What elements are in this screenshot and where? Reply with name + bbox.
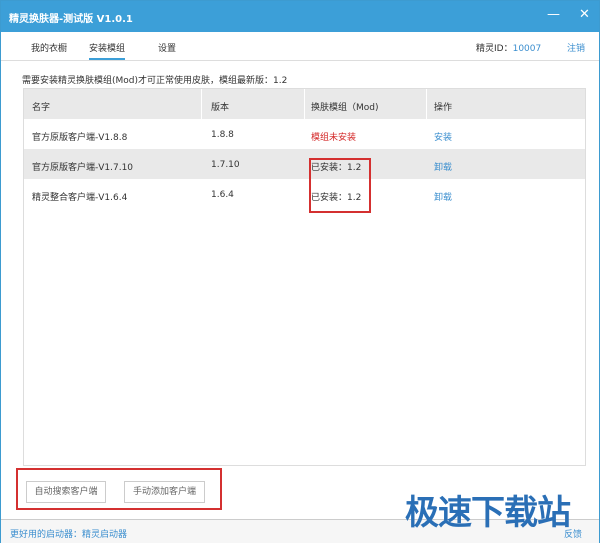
uninstall-link[interactable]: 卸载 bbox=[434, 160, 452, 173]
col-version: 版本 bbox=[211, 103, 230, 113]
uninstall-link[interactable]: 卸载 bbox=[434, 190, 452, 203]
user-id: 精灵ID：10007 bbox=[476, 41, 541, 54]
watermark-logo: 极速下载站 bbox=[405, 493, 571, 533]
table-row: 官方原版客户端-V1.7.10 1.7.10 已安装：1.2 卸载 bbox=[24, 149, 585, 179]
col-action: 操作 bbox=[434, 103, 453, 113]
close-button[interactable]: ✕ bbox=[579, 7, 590, 22]
client-name: 官方原版客户端-V1.7.10 bbox=[32, 163, 134, 173]
title-bar: 精灵换肤器-测试版 V1.0.1 — ✕ bbox=[1, 1, 599, 32]
app-window: 精灵换肤器-测试版 V1.0.1 — ✕ 我的衣橱 安装模组 设置 精灵ID：1… bbox=[0, 0, 600, 543]
client-version: 1.8.8 bbox=[211, 130, 234, 140]
col-name: 名字 bbox=[32, 103, 51, 113]
client-version: 1.6.4 bbox=[211, 190, 234, 200]
table-row: 官方原版客户端-V1.8.8 1.8.8 模组未安装 安装 bbox=[24, 119, 585, 149]
col-mod: 换肤模组（Mod) bbox=[311, 103, 379, 113]
tab-settings[interactable]: 设置 bbox=[158, 41, 176, 54]
logout-link[interactable]: 注销 bbox=[567, 41, 585, 54]
client-name: 精灵整合客户端-V1.6.4 bbox=[32, 193, 128, 203]
user-id-value: 10007 bbox=[512, 44, 542, 54]
table-row: 精灵整合客户端-V1.6.4 1.6.4 已安装：1.2 卸载 bbox=[24, 179, 585, 209]
mod-status: 模组未安装 bbox=[311, 133, 357, 143]
table-header: 名字 版本 换肤模组（Mod) 操作 bbox=[24, 89, 585, 119]
launcher-link[interactable]: 更好用的启动器：精灵启动器 bbox=[10, 527, 127, 540]
tab-wardrobe[interactable]: 我的衣橱 bbox=[31, 41, 67, 54]
tab-install-mod[interactable]: 安装模组 bbox=[89, 41, 126, 60]
user-id-label: 精灵ID： bbox=[476, 44, 513, 54]
client-table: 名字 版本 换肤模组（Mod) 操作 官方原版客户端-V1.8.8 1.8.8 … bbox=[23, 88, 586, 466]
notice-text: 需要安装精灵换肤模组(Mod)才可正常使用皮肤，模组最新版：1.2 bbox=[22, 76, 288, 86]
minimize-button[interactable]: — bbox=[547, 7, 560, 22]
highlight-box bbox=[309, 158, 371, 213]
install-link[interactable]: 安装 bbox=[434, 130, 452, 143]
client-version: 1.7.10 bbox=[211, 160, 240, 170]
manual-add-button[interactable]: 手动添加客户端 bbox=[124, 481, 205, 503]
client-name: 官方原版客户端-V1.8.8 bbox=[32, 133, 128, 143]
window-title: 精灵换肤器-测试版 V1.0.1 bbox=[9, 14, 133, 25]
auto-search-button[interactable]: 自动搜索客户端 bbox=[26, 481, 106, 503]
